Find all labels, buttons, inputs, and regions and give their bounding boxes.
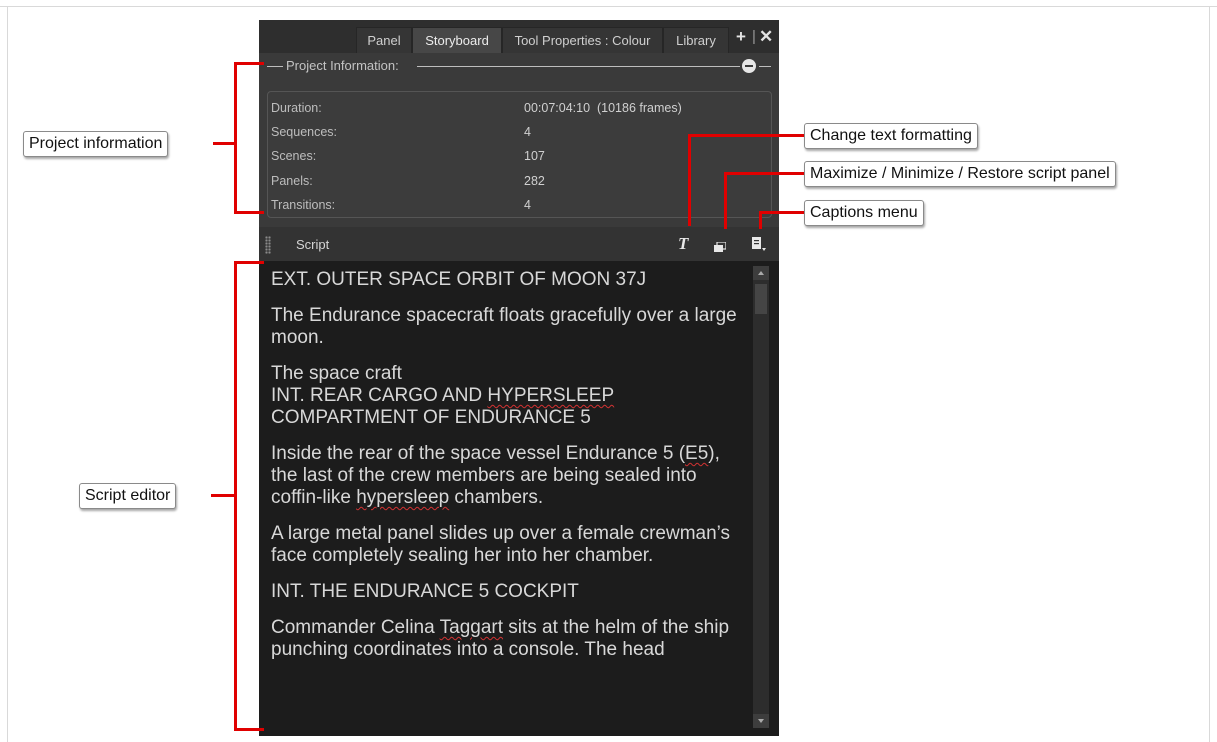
tab-storyboard[interactable]: Storyboard	[412, 27, 502, 53]
duration-label: Duration:	[271, 101, 322, 115]
misspelled-word: hypersleep	[356, 487, 450, 508]
script-text[interactable]: EXT. OUTER SPACE ORBIT OF MOON 37J The E…	[271, 269, 749, 675]
leader-maximize-horizontal	[724, 172, 804, 175]
project-info-header: Project Information:	[259, 53, 779, 77]
leader-captions-horizontal	[759, 211, 804, 214]
project-info-label: Project Information:	[286, 58, 399, 73]
transitions-value: 4	[524, 198, 531, 212]
script-paragraph: Commander Celina Taggart sits at the hel…	[271, 617, 749, 661]
misspelled-word: Taggart	[439, 617, 503, 638]
action-text: chambers.	[449, 487, 544, 508]
arrow-up-icon	[758, 271, 764, 275]
script-paragraph: Inside the rear of the space vessel Endu…	[271, 443, 749, 509]
scroll-down-button[interactable]	[753, 714, 769, 728]
script-toolbar: Script T	[259, 227, 779, 261]
scene-heading: COMPARTMENT OF ENDURANCE 5	[271, 407, 591, 428]
bracket-project-info-vertical	[234, 62, 237, 214]
text-format-icon[interactable]: T	[678, 234, 688, 254]
script-paragraph: A large metal panel slides up over a fem…	[271, 523, 749, 567]
header-rule-end	[759, 66, 771, 67]
collapse-icon[interactable]	[742, 59, 756, 73]
script-paragraph: The space craft INT. REAR CARGO AND HYPE…	[271, 363, 749, 429]
captions-menu-icon[interactable]	[751, 236, 767, 252]
leader-text-format-vertical	[688, 134, 691, 226]
scroll-up-button[interactable]	[753, 266, 769, 280]
figure-border-top	[0, 6, 1217, 7]
storyboard-panel: Panel Storyboard Tool Properties : Colou…	[259, 20, 779, 736]
panels-value: 282	[524, 174, 545, 188]
callout-change-text-formatting: Change text formatting	[804, 123, 978, 149]
divider-icon: |	[752, 28, 756, 45]
header-rule-left	[267, 66, 283, 67]
drag-handle-icon[interactable]	[265, 236, 271, 254]
script-paragraph: INT. THE ENDURANCE 5 COCKPIT	[271, 581, 749, 603]
misspelled-word: HYPERSLEEP	[487, 385, 615, 406]
leader-text-format-horizontal	[688, 134, 804, 137]
bracket-script-editor-top	[234, 261, 264, 264]
header-rule-right	[417, 66, 740, 67]
scene-heading: EXT. OUTER SPACE ORBIT OF MOON 37J	[271, 269, 647, 290]
scene-heading: INT. REAR CARGO AND	[271, 385, 488, 406]
action-text: The Endurance spacecraft floats graceful…	[271, 305, 737, 348]
misspelled-word: E5	[685, 443, 709, 464]
vertical-scrollbar[interactable]	[753, 266, 769, 728]
callout-script-editor: Script editor	[79, 483, 177, 509]
tab-tool-properties-colour[interactable]: Tool Properties : Colour	[502, 27, 663, 53]
scenes-value: 107	[524, 149, 545, 163]
project-info-box: Duration: 00:07:04:10 (10186 frames) Seq…	[267, 91, 772, 218]
bracket-project-info-bottom	[234, 211, 264, 214]
action-text: Commander Celina	[271, 617, 440, 638]
bracket-script-editor-stem	[211, 494, 236, 497]
script-paragraph: EXT. OUTER SPACE ORBIT OF MOON 37J	[271, 269, 749, 291]
sequences-label: Sequences:	[271, 125, 338, 139]
tab-library[interactable]: Library	[663, 27, 729, 53]
bracket-script-editor-bottom	[234, 728, 264, 731]
callout-maximize-minimize-restore: Maximize / Minimize / Restore script pan…	[804, 161, 1116, 187]
arrow-down-icon	[758, 719, 764, 723]
sequences-value: 4	[524, 125, 531, 139]
scenes-label: Scenes:	[271, 149, 317, 163]
action-text: The space craft	[271, 363, 402, 384]
callout-project-information: Project information	[23, 131, 169, 157]
close-icon[interactable]: ✕	[759, 28, 773, 45]
maximize-restore-icon[interactable]	[714, 239, 727, 252]
figure-border-left	[7, 6, 8, 742]
callout-captions-menu: Captions menu	[804, 200, 924, 226]
duration-value: 00:07:04:10 (10186 frames)	[524, 101, 682, 115]
panels-label: Panels:	[271, 174, 313, 188]
script-paragraph: The Endurance spacecraft floats graceful…	[271, 305, 749, 349]
action-text: Inside the rear of the space vessel Endu…	[271, 443, 686, 464]
script-editor[interactable]: EXT. OUTER SPACE ORBIT OF MOON 37J The E…	[259, 261, 779, 736]
scroll-thumb[interactable]	[755, 284, 767, 314]
transitions-label: Transitions:	[271, 198, 336, 212]
tab-panel[interactable]: Panel	[356, 27, 412, 53]
tab-bar: Panel Storyboard Tool Properties : Colou…	[259, 20, 779, 53]
bracket-project-info-top	[234, 62, 264, 65]
scene-heading: INT. THE ENDURANCE 5 COCKPIT	[271, 581, 579, 602]
figure-border-right	[1209, 6, 1210, 742]
leader-maximize-vertical	[724, 172, 727, 229]
bracket-project-info-stem	[213, 142, 236, 145]
plus-icon[interactable]: +	[736, 28, 746, 45]
action-text: A large metal panel slides up over a fem…	[271, 523, 731, 566]
script-label: Script	[296, 237, 330, 252]
